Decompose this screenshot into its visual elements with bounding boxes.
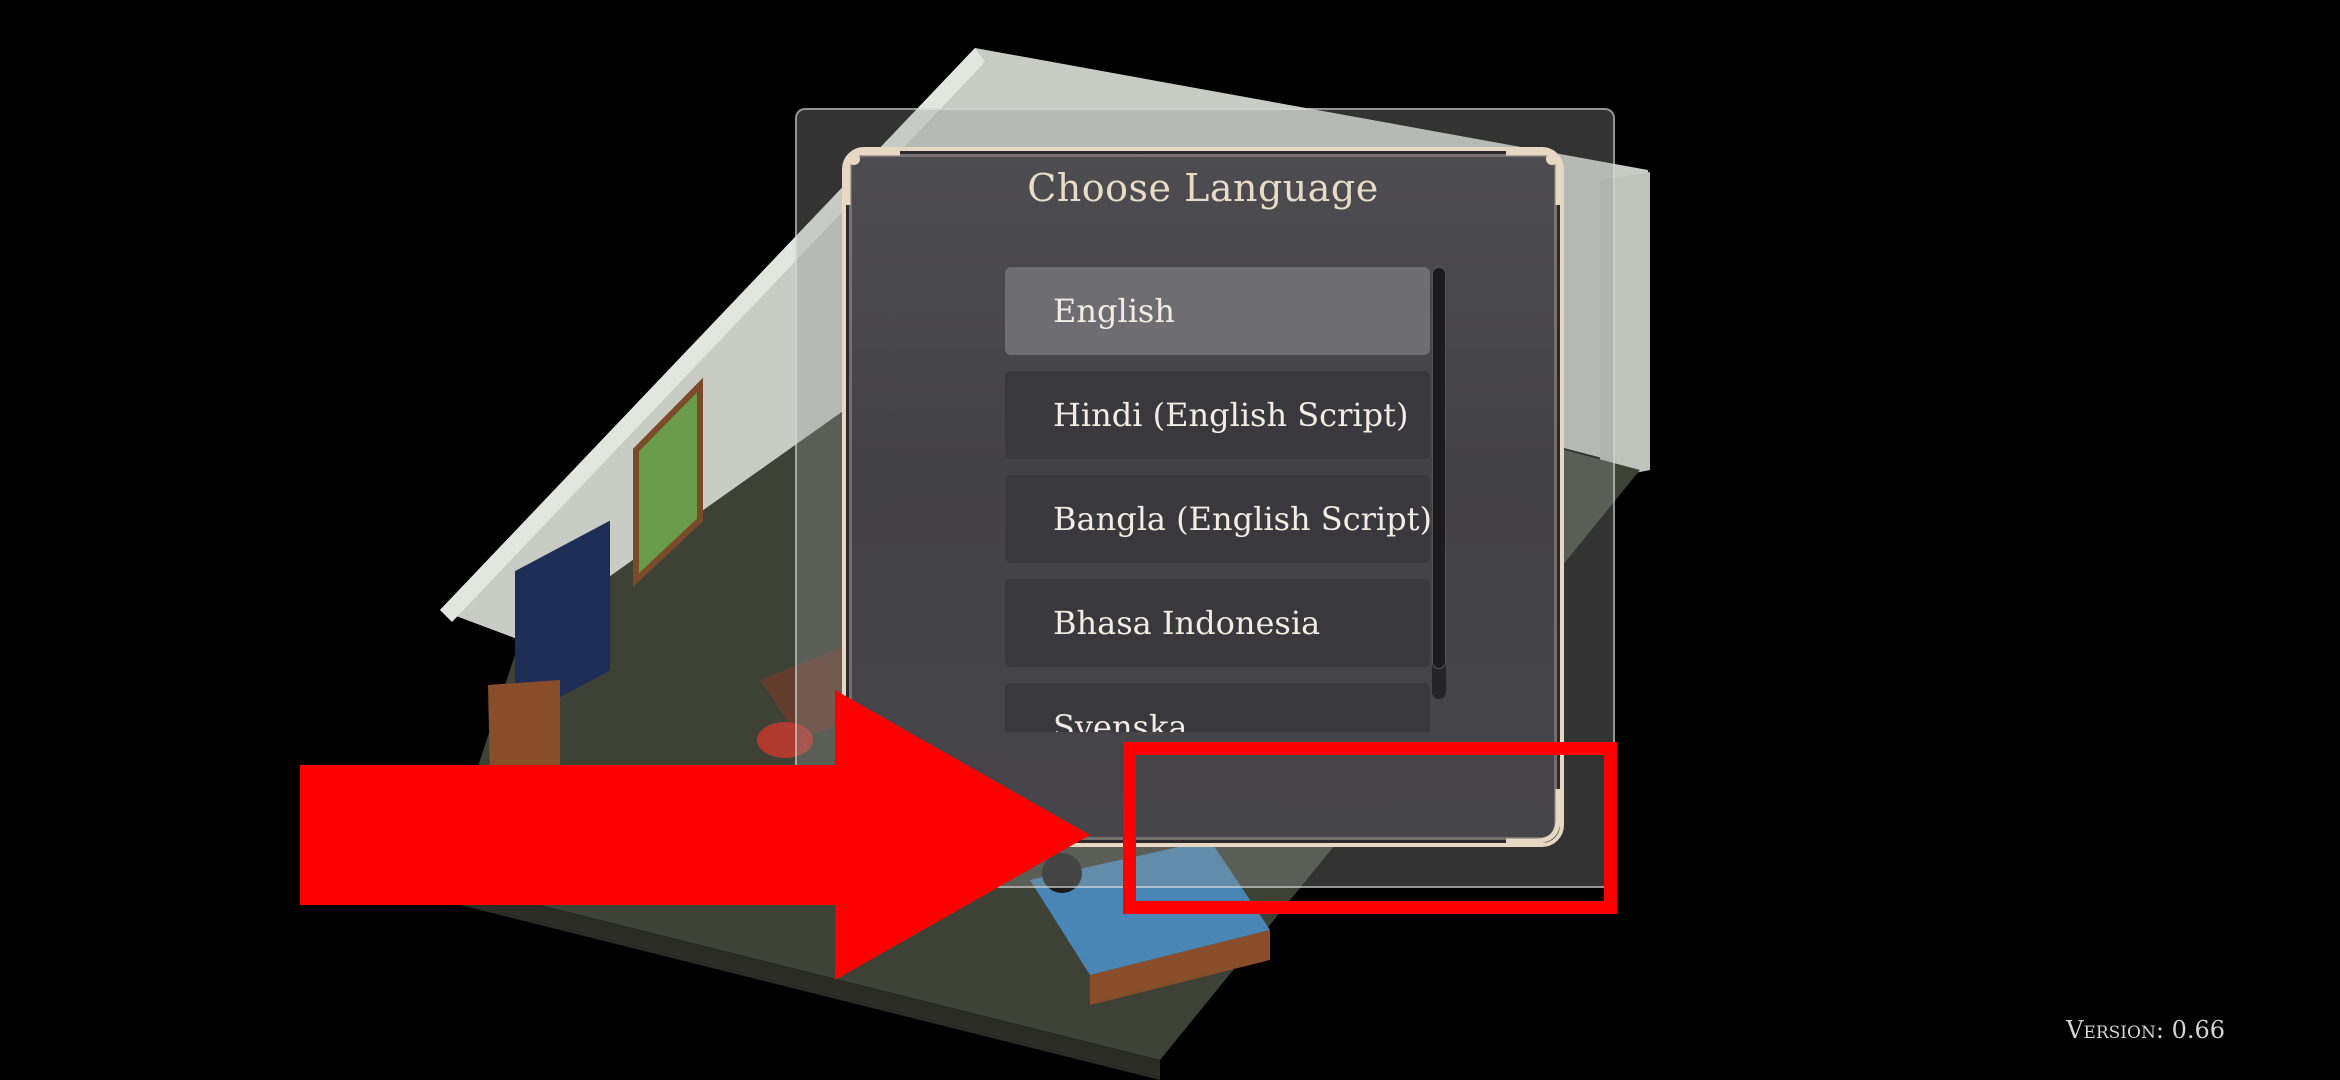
language-list[interactable]: English Hindi (English Script) Bangla (E… — [1005, 267, 1430, 732]
version-value: 0.66 — [2171, 1016, 2225, 1044]
language-option-hindi[interactable]: Hindi (English Script) — [1005, 371, 1430, 459]
version-label: Version: 0.66 — [2066, 1016, 2225, 1044]
arrow-right-icon — [300, 690, 1090, 980]
language-list-scroll-thumb[interactable] — [1432, 267, 1446, 669]
language-option-bhasa-indonesia[interactable]: Bhasa Indonesia — [1005, 579, 1430, 667]
highlight-box — [1123, 742, 1617, 914]
language-option-bangla[interactable]: Bangla (English Script) — [1005, 475, 1430, 563]
language-option-english[interactable]: English — [1005, 267, 1430, 355]
dialog-title: Choose Language — [1027, 166, 1379, 210]
version-label-text: Version: — [2066, 1016, 2164, 1044]
